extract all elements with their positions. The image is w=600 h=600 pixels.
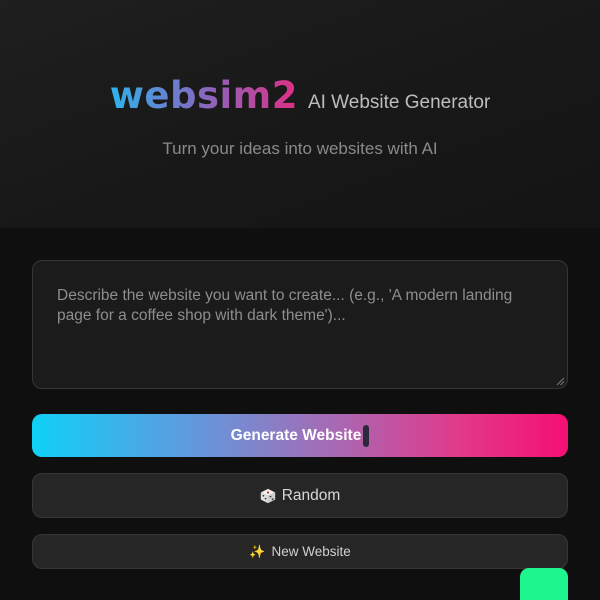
new-website-label: New Website xyxy=(271,544,351,559)
sparkles-icon: ✨ xyxy=(249,543,266,559)
hero-subtitle: Turn your ideas into websites with AI xyxy=(162,139,438,158)
prompt-textarea[interactable]: Describe the website you want to create.… xyxy=(32,260,568,389)
hero-header: websim2 AI Website Generator Turn your i… xyxy=(0,0,600,228)
generate-website-button[interactable]: Generate Website xyxy=(32,414,568,457)
resize-handle-icon[interactable] xyxy=(555,376,565,386)
floating-action-button[interactable] xyxy=(520,568,568,600)
app-tagline: AI Website Generator xyxy=(307,92,491,113)
random-label: Random xyxy=(281,486,341,504)
random-button[interactable]: Random xyxy=(32,473,568,518)
logo-wordmark: websim2 xyxy=(109,74,298,117)
title-row: websim2 AI Website Generator xyxy=(0,74,600,125)
new-website-button[interactable]: ✨ New Website xyxy=(32,534,568,569)
dice-icon xyxy=(260,488,276,503)
text-cursor-icon xyxy=(363,424,370,447)
app-page: websim2 AI Website Generator Turn your i… xyxy=(0,0,600,600)
prompt-placeholder: Describe the website you want to create.… xyxy=(57,287,513,324)
generate-website-label: Generate Website xyxy=(230,426,362,444)
